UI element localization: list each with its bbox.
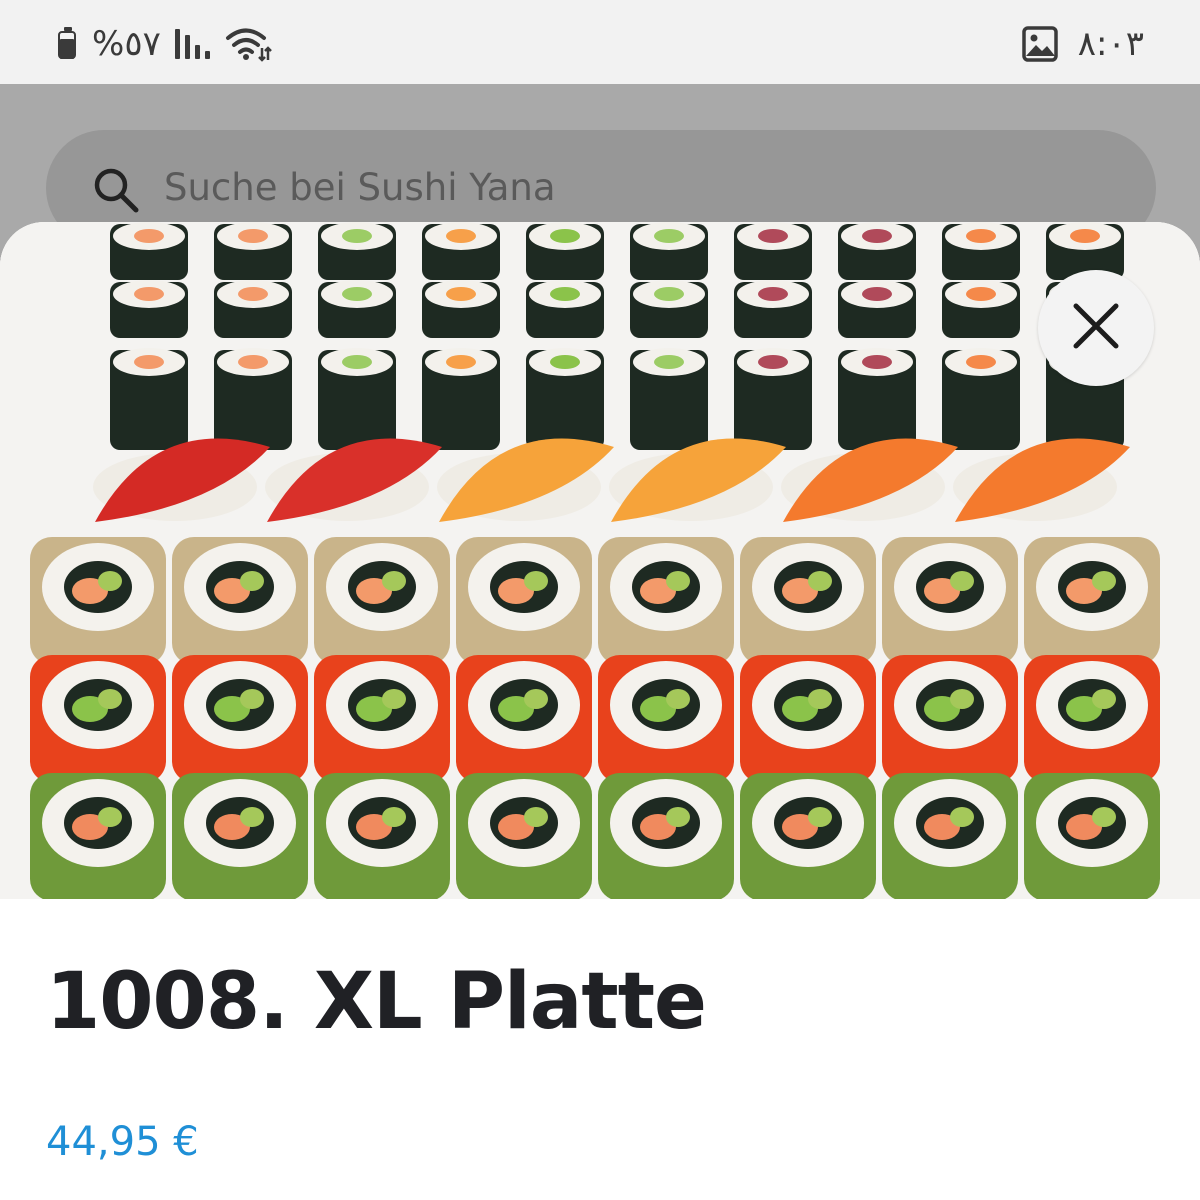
gallery-icon bbox=[1022, 26, 1058, 62]
product-title: 1008. XL Platte bbox=[46, 957, 707, 1047]
battery-percent: %٥٧ bbox=[92, 24, 161, 64]
product-image bbox=[0, 222, 1200, 899]
search-icon bbox=[92, 166, 140, 218]
signal-icon bbox=[174, 29, 210, 59]
product-sheet: 1008. XL Platte 44,95 € bbox=[0, 222, 1200, 1200]
product-price: 44,95 € bbox=[46, 1119, 199, 1165]
close-icon bbox=[1070, 300, 1122, 356]
close-button[interactable] bbox=[1038, 270, 1154, 386]
clock: ٨:٠٣ bbox=[1077, 24, 1144, 64]
status-left: %٥٧ bbox=[58, 22, 272, 66]
wifi-icon bbox=[224, 26, 272, 62]
battery-icon bbox=[58, 27, 78, 61]
status-bar: %٥٧ ٨:٠٣ bbox=[0, 0, 1200, 84]
status-right: ٨:٠٣ bbox=[1022, 22, 1144, 66]
